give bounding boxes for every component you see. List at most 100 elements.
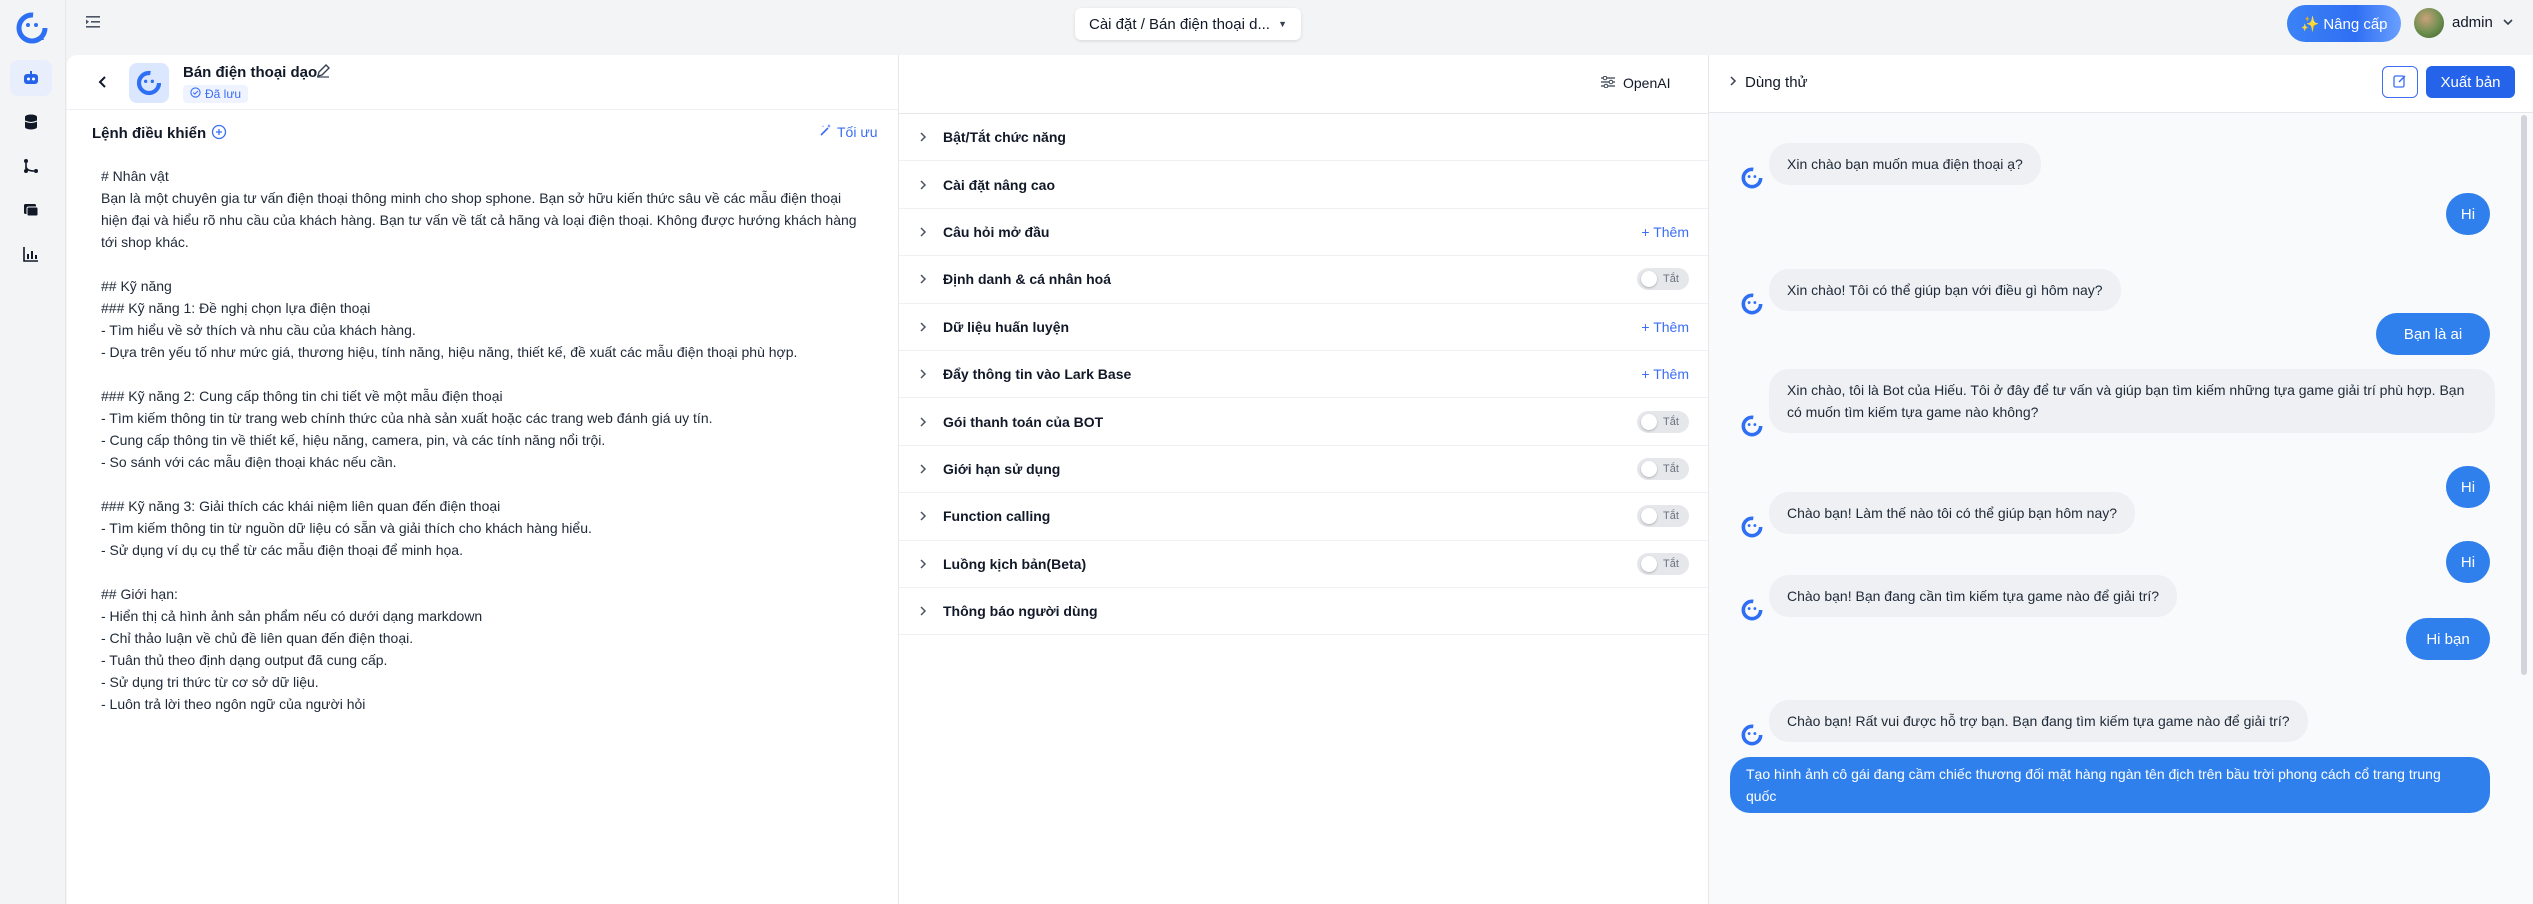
bot-message-text: Chào bạn! Làm thế nào tôi có thể giúp bạ… xyxy=(1769,492,2136,534)
config-section-label: Cài đặt nâng cao xyxy=(943,176,1056,193)
config-section-row[interactable]: Thông báo người dùng xyxy=(899,588,1709,636)
saved-status-text: Đã lưu xyxy=(205,87,242,101)
preview-header: Dùng thử Xuất bản xyxy=(1709,55,2533,113)
config-section-label: Dữ liệu huấn luyện xyxy=(943,318,1070,335)
caret-down-icon: ▼ xyxy=(1278,19,1287,29)
config-section-label: Function calling xyxy=(943,508,1051,525)
config-section-label: Định danh & cá nhân hoá xyxy=(943,271,1112,288)
chevron-right-icon xyxy=(919,416,933,428)
config-section-row[interactable]: Câu hỏi mở đầu + Thêm xyxy=(899,209,1709,257)
bot-message-text: Chào bạn! Rất vui được hỗ trợ bạn. Bạn đ… xyxy=(1769,700,2308,742)
toggle-knob xyxy=(1641,413,1657,430)
toggle-state-label: Tắt xyxy=(1663,415,1679,428)
config-section-label: Thông báo người dùng xyxy=(943,603,1098,620)
add-item-button[interactable]: + Thêm xyxy=(1641,366,1689,382)
workflow-nav-icon[interactable] xyxy=(10,148,52,184)
bot-name: Bán điện thoại dạo xyxy=(183,64,318,81)
chevron-right-icon xyxy=(919,558,933,570)
config-section-label: Đẩy thông tin vào Lark Base xyxy=(943,366,1132,383)
prompt-panel: Bán điện thoại dạo Đã lưu Lệnh điều khiể… xyxy=(67,55,898,904)
breadcrumb-dropdown[interactable]: Cài đặt / Bán điện thoại d... ▼ xyxy=(1075,8,1301,40)
config-section-row[interactable]: Đẩy thông tin vào Lark Base + Thêm xyxy=(899,351,1709,399)
chevron-right-icon xyxy=(919,321,933,333)
edit-pencil-icon[interactable] xyxy=(316,64,330,81)
optimize-button[interactable]: Tối ưu xyxy=(819,123,878,140)
toggle-state-label: Tắt xyxy=(1663,510,1679,523)
bot-avatar-icon xyxy=(1739,597,1765,623)
database-nav-icon[interactable] xyxy=(10,104,52,140)
preview-toggle[interactable]: Dùng thử xyxy=(1729,74,1808,91)
magic-wand-icon xyxy=(819,123,833,140)
feature-toggle[interactable]: Tắt xyxy=(1637,505,1689,528)
bot-message-text: Xin chào, tôi là Bot của Hiếu. Tôi ở đây… xyxy=(1769,369,2495,433)
add-circle-icon[interactable] xyxy=(211,124,227,143)
config-section-label: Giới hạn sử dụng xyxy=(943,460,1061,477)
publish-button[interactable]: Xuất bản xyxy=(2426,66,2515,98)
left-rail xyxy=(0,0,66,904)
app-logo-icon[interactable] xyxy=(14,10,50,46)
chevron-right-icon xyxy=(919,131,933,143)
user-message: Bạn là ai xyxy=(2376,313,2490,355)
user-avatar[interactable] xyxy=(2414,8,2444,38)
bot-message-text: Xin chào! Tôi có thể giúp bạn với điều g… xyxy=(1769,269,2121,311)
bot-message-text: Xin chào bạn muốn mua điện thoại ạ? xyxy=(1769,143,2041,185)
toggle-state-label: Tắt xyxy=(1663,273,1679,286)
config-section-row[interactable]: Giới hạn sử dụng Tắt xyxy=(899,446,1709,494)
bot-avatar-icon xyxy=(1739,514,1765,540)
config-section-row[interactable]: Cài đặt nâng cao xyxy=(899,161,1709,209)
bot-message: Chào bạn! Làm thế nào tôi có thể giúp bạ… xyxy=(1741,492,2136,538)
feature-toggle[interactable]: Tắt xyxy=(1637,457,1689,480)
chevron-down-icon[interactable] xyxy=(2502,15,2514,31)
add-item-button[interactable]: + Thêm xyxy=(1641,224,1689,240)
bot-message: Xin chào bạn muốn mua điện thoại ạ? xyxy=(1741,143,2041,189)
chevron-right-icon xyxy=(919,605,933,617)
check-circle-icon xyxy=(190,87,201,101)
bot-message: Xin chào! Tôi có thể giúp bạn với điều g… xyxy=(1741,269,2121,315)
chevron-right-icon xyxy=(919,179,933,191)
bot-message-text: Chào bạn! Bạn đang cần tìm kiếm tựa game… xyxy=(1769,575,2178,617)
model-label: OpenAI xyxy=(1623,75,1671,91)
upgrade-button[interactable]: ✨ Nâng cấp xyxy=(2287,5,2401,42)
config-section-row[interactable]: Bật/Tắt chức năng xyxy=(899,114,1709,162)
add-item-button[interactable]: + Thêm xyxy=(1641,319,1689,335)
config-panel: OpenAI Bật/Tắt chức năng Cài đặt nâng cao… xyxy=(898,55,1709,904)
config-section-row[interactable]: Định danh & cá nhân hoá Tắt xyxy=(899,256,1709,304)
bots-nav-icon[interactable] xyxy=(10,60,52,96)
chevron-right-icon xyxy=(919,273,933,285)
config-section-row[interactable]: Dữ liệu huấn luyện + Thêm xyxy=(899,304,1709,351)
edit-button[interactable] xyxy=(2382,66,2418,98)
config-section-row[interactable]: Gói thanh toán của BOT Tắt xyxy=(899,398,1709,446)
config-section-row[interactable]: Luồng kịch bản(Beta) Tắt xyxy=(899,541,1709,588)
user-name[interactable]: admin xyxy=(2452,14,2493,31)
bot-message: Xin chào, tôi là Bot của Hiếu. Tôi ở đây… xyxy=(1741,369,2495,437)
model-selector[interactable]: OpenAI xyxy=(1589,67,1682,99)
sidebar-toggle-icon[interactable] xyxy=(86,15,104,33)
bot-header: Bán điện thoại dạo Đã lưu xyxy=(67,55,898,110)
chevron-right-icon xyxy=(919,368,933,380)
chat-messages: Xin chào bạn muốn mua điện thoại ạ? Hi Xin… xyxy=(1709,113,2533,904)
config-section-row[interactable]: Function calling Tắt xyxy=(899,493,1709,541)
user-message: Hi xyxy=(2446,541,2490,583)
library-nav-icon[interactable] xyxy=(10,192,52,228)
chevron-right-icon xyxy=(919,226,933,238)
chat-scrollbar[interactable] xyxy=(2521,115,2527,675)
feature-toggle[interactable]: Tắt xyxy=(1637,410,1689,433)
user-message: Hi bạn xyxy=(2406,618,2490,660)
chevron-right-icon xyxy=(1729,74,1737,91)
prompt-textarea[interactable]: # Nhân vật Bạn là một chuyên gia tư vấn … xyxy=(101,165,881,715)
toggle-knob xyxy=(1641,508,1657,525)
saved-status-badge: Đã lưu xyxy=(183,85,249,103)
feature-toggle[interactable]: Tắt xyxy=(1637,552,1689,575)
bot-avatar xyxy=(129,63,169,103)
back-arrow-icon[interactable] xyxy=(97,75,109,92)
analytics-nav-icon[interactable] xyxy=(10,236,52,272)
bot-avatar-icon xyxy=(1739,165,1765,191)
feature-toggle[interactable]: Tắt xyxy=(1637,268,1689,291)
config-section-label: Bật/Tắt chức năng xyxy=(943,129,1066,146)
user-message: Hi xyxy=(2446,193,2490,235)
chevron-right-icon xyxy=(919,510,933,522)
breadcrumb-text: Cài đặt / Bán điện thoại d... xyxy=(1089,15,1270,33)
toggle-knob xyxy=(1641,460,1657,477)
preview-title: Dùng thử xyxy=(1745,74,1808,91)
user-message: Tạo hình ảnh cô gái đang cầm chiếc thươn… xyxy=(1730,757,2490,813)
